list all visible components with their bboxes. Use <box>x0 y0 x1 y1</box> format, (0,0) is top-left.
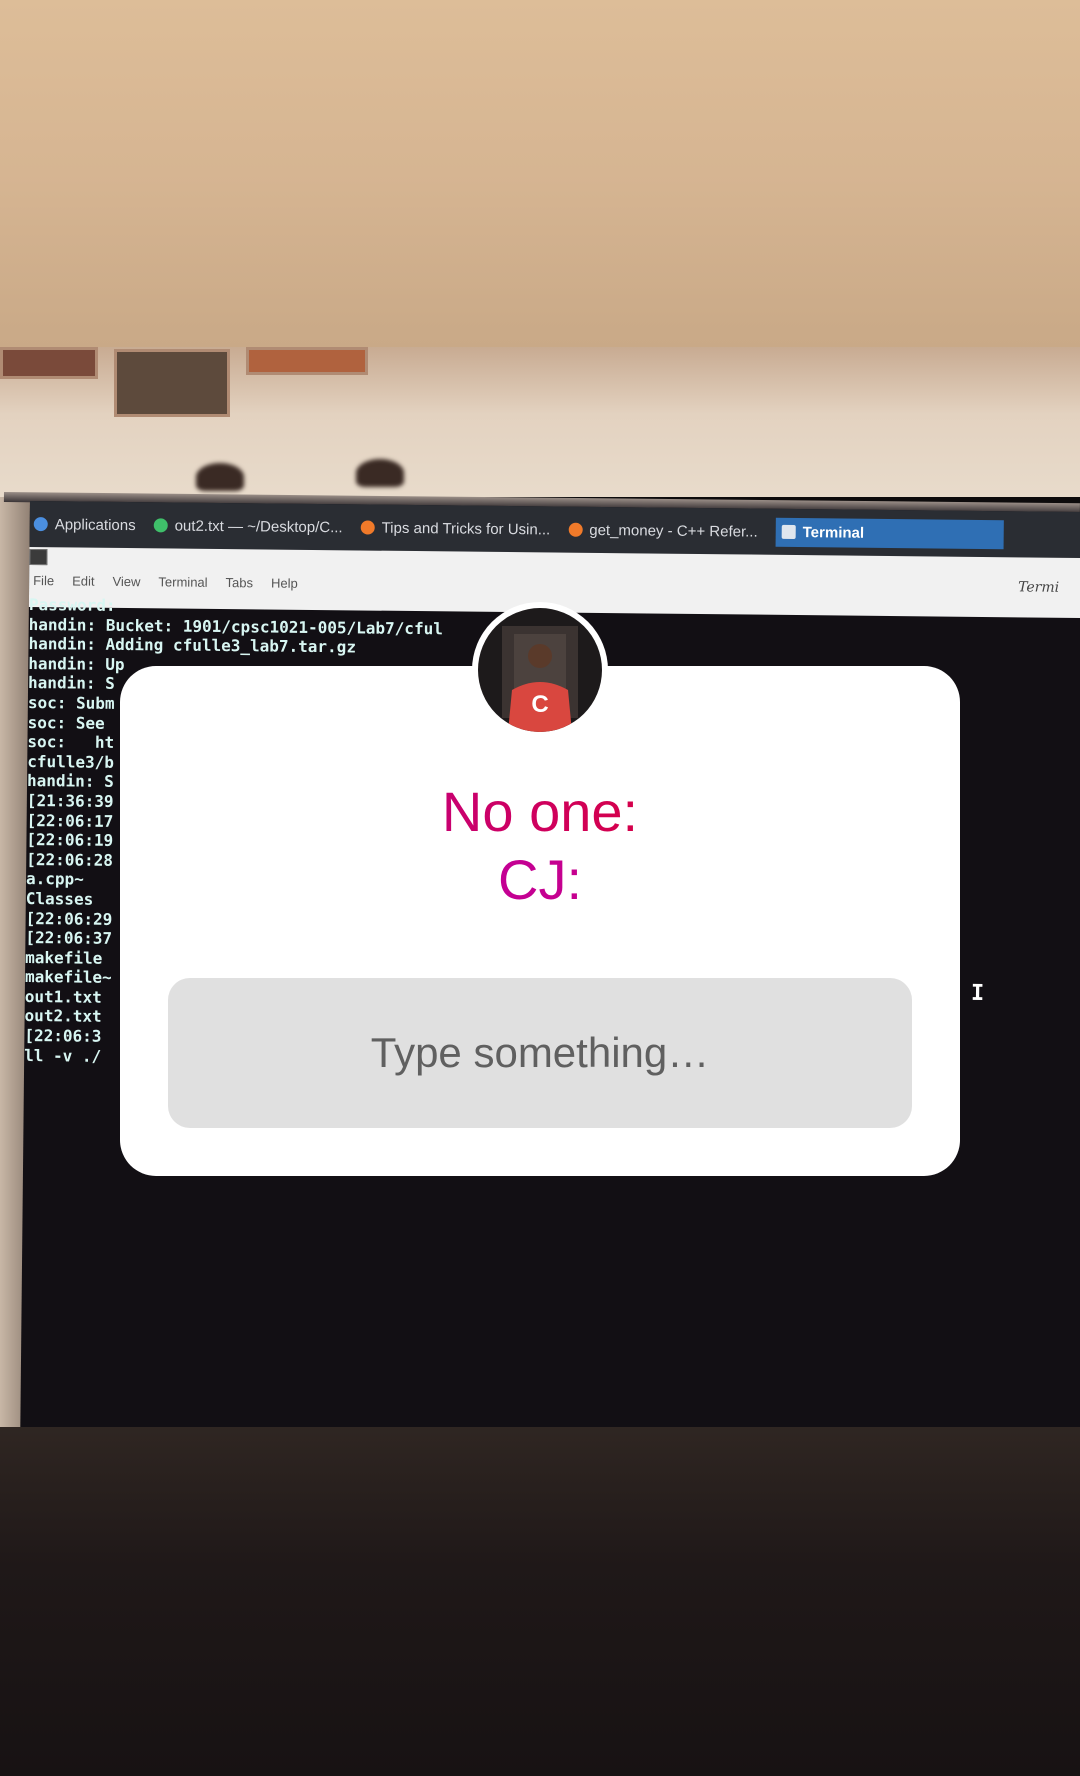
terminal-window-title: Termi <box>1018 579 1060 596</box>
person-head-blurred <box>196 463 244 491</box>
story-screen: Applications out2.txt — ~/Desktop/C... T… <box>0 0 1080 1776</box>
wall-poster <box>0 347 98 379</box>
taskbar-item-get-money[interactable]: get_money - C++ Refer... <box>568 521 758 540</box>
menu-edit[interactable]: Edit <box>72 573 95 588</box>
menu-file[interactable]: File <box>33 573 54 588</box>
background-top-band <box>0 0 1080 347</box>
wall-poster <box>246 347 368 375</box>
menu-tabs[interactable]: Tabs <box>226 575 254 590</box>
firefox-icon <box>360 520 375 535</box>
applications-menu[interactable]: Applications <box>33 515 136 534</box>
menu-view[interactable]: View <box>112 574 140 589</box>
taskbar-item-label: Terminal <box>802 523 865 542</box>
question-line-2: CJ: <box>120 846 960 914</box>
taskbar-item-label: Tips and Tricks for Usin... <box>381 519 551 538</box>
terminal-menubar: File Edit View Terminal Tabs Help <box>33 573 298 591</box>
taskbar-item-out2[interactable]: out2.txt — ~/Desktop/C... <box>153 517 343 536</box>
taskbar-item-terminal[interactable]: Terminal <box>775 517 1005 549</box>
firefox-icon <box>568 522 583 537</box>
background-bottom-band <box>0 1427 1080 1776</box>
question-prompt: No one: CJ: <box>120 778 960 914</box>
taskbar-item-label: get_money - C++ Refer... <box>589 521 758 541</box>
text-cursor-icon: I <box>970 980 985 1007</box>
avatar: C <box>478 608 602 732</box>
answer-placeholder: Type something… <box>370 1029 710 1076</box>
text-editor-icon <box>153 518 168 533</box>
applications-label: Applications <box>54 515 136 534</box>
profile-photo-icon: C <box>478 608 602 732</box>
taskbar-item-label: out2.txt — ~/Desktop/C... <box>174 517 343 536</box>
menu-help[interactable]: Help <box>271 576 298 591</box>
question-line-1: No one: <box>120 778 960 846</box>
taskbar-item-tips[interactable]: Tips and Tricks for Usin... <box>360 519 551 538</box>
applications-icon <box>33 517 48 532</box>
person-head-blurred <box>356 459 404 487</box>
menu-terminal[interactable]: Terminal <box>158 574 207 590</box>
shirt-letter: C <box>531 691 548 718</box>
wall-poster <box>114 349 230 417</box>
terminal-window-icon <box>29 548 48 566</box>
answer-input[interactable]: Type something… <box>168 978 912 1128</box>
terminal-icon <box>781 524 796 540</box>
